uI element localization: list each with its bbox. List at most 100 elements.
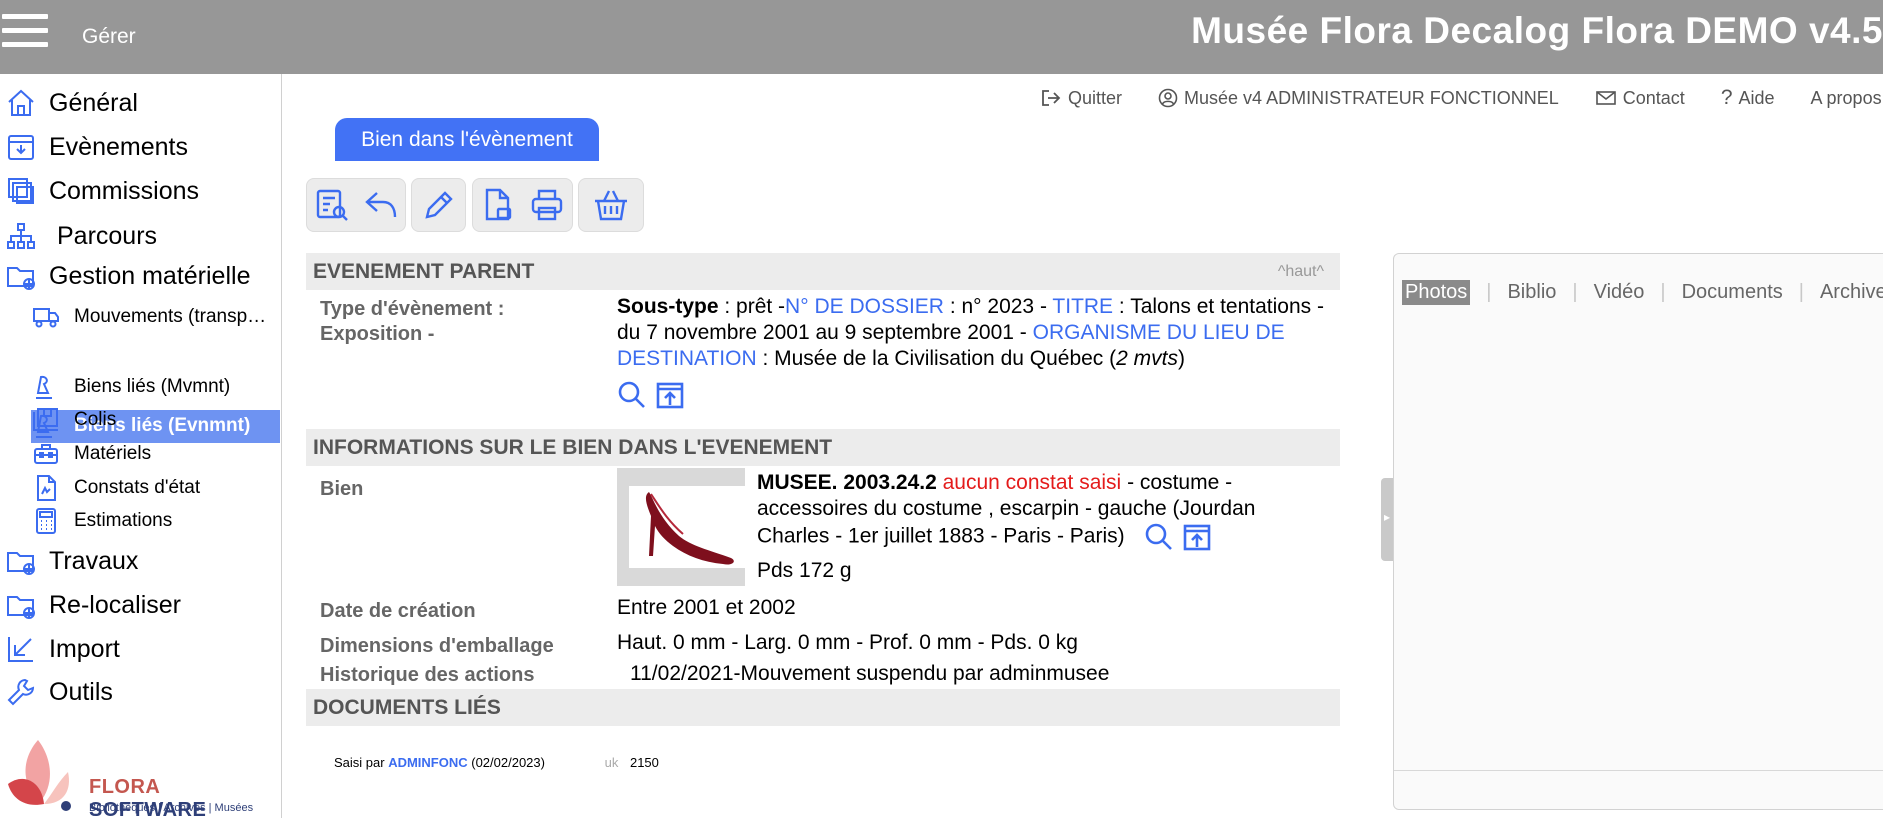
event-actions — [617, 380, 1337, 410]
toolbox-icon — [32, 440, 60, 468]
inventory-number: MUSEE. 2003.24.2 — [757, 471, 937, 494]
sidebar-subitem-linked-items-movement[interactable]: Biens liés (Mvmnt) — [0, 373, 230, 401]
dossier-label: N° DE DOSSIER — [785, 295, 944, 318]
item-details: MUSEE. 2003.24.2 aucun constat saisi - c… — [757, 470, 1277, 584]
event-details: Sous-type : prêt -N° DE DOSSIER : n° 202… — [617, 294, 1337, 410]
sidebar-item-label: Estimations — [74, 510, 173, 531]
help-link[interactable]: ? Aide — [1721, 86, 1775, 110]
creation-date-label: Date de création — [320, 600, 476, 622]
item-label: Bien — [320, 478, 364, 500]
event-open-button[interactable] — [655, 380, 685, 410]
media-panel: Photos | Biblio | Vidéo | Documents | Ar… — [1393, 253, 1883, 810]
item-weight: Pds 172 g — [757, 559, 852, 582]
sidebar: Général Evènements Commissions Parcours … — [0, 74, 282, 821]
toolbar-group-list — [306, 178, 406, 232]
sidebar-item-general[interactable]: Général — [0, 87, 138, 119]
inbox-icon — [5, 131, 37, 163]
sidebar-item-material-management[interactable]: Gestion matérielle — [0, 260, 250, 292]
tab-item-in-event[interactable]: Bien dans l'évènement — [335, 118, 599, 161]
object-icon — [32, 373, 60, 401]
list-search-button[interactable] — [310, 183, 354, 227]
action-history-value: 11/02/2021-Mouvement suspendu par adminm… — [630, 662, 1110, 685]
about-link[interactable]: A propos — [1811, 86, 1882, 110]
manage-menu-label[interactable]: Gérer — [82, 25, 136, 49]
edit-button[interactable] — [417, 183, 461, 227]
home-icon — [5, 87, 37, 119]
sidebar-item-commissions[interactable]: Commissions — [0, 175, 199, 207]
section-parent-event: EVENEMENT PARENT ^haut^ — [306, 253, 1340, 290]
section-title: DOCUMENTS LIÉS — [313, 696, 501, 719]
tab-separator: | — [1572, 281, 1578, 303]
hamburger-menu-icon[interactable] — [2, 14, 48, 50]
toolbar-group-basket — [578, 178, 644, 232]
wrench-icon — [5, 676, 37, 708]
top-bar: Gérer Musée Flora Decalog Flora DEMO v4.… — [0, 0, 1883, 74]
contact-label: Contact — [1622, 87, 1685, 108]
quit-link[interactable]: Quitter — [1040, 86, 1122, 110]
pencil-icon — [424, 191, 453, 219]
sidebar-item-relocate[interactable]: Re-localiser — [0, 589, 181, 621]
sidebar-item-label: Constats d'état — [74, 477, 201, 498]
tab-video[interactable]: Vidéo — [1594, 281, 1645, 304]
user-label: Musée v4 ADMINISTRATEUR FONCTIONNEL — [1184, 87, 1559, 108]
section-linked-documents: DOCUMENTS LIÉS — [306, 689, 1340, 726]
sidebar-item-parcours[interactable]: Parcours — [0, 220, 157, 252]
sidebar-item-label: Parcours — [57, 221, 158, 250]
sidebar-item-label: Mouvements (transp… — [74, 306, 267, 327]
contact-link[interactable]: Contact — [1595, 86, 1685, 110]
back-button[interactable] — [359, 183, 403, 227]
basket-button[interactable] — [589, 183, 633, 227]
creation-date-value: Entre 2001 et 2002 — [617, 596, 796, 619]
tab-documents[interactable]: Documents — [1682, 281, 1783, 304]
record-footer: Saisi par ADMINFONC (02/02/2023) uk 2150 — [334, 755, 659, 770]
sidebar-item-events[interactable]: Evènements — [0, 131, 188, 163]
event-search-button[interactable] — [617, 380, 647, 410]
tab-archives[interactable]: Archives — [1820, 281, 1883, 304]
sidebar-item-works[interactable]: Travaux — [0, 545, 138, 577]
event-type-label: Type d'évènement : — [320, 298, 505, 320]
user-link[interactable]: Musée v4 ADMINISTRATEUR FONCTIONNEL — [1158, 86, 1559, 110]
app-title: Musée Flora Decalog Flora DEMO v4.5 — [1191, 10, 1883, 51]
folder-globe-icon — [5, 545, 37, 577]
tab-photos[interactable]: Photos — [1402, 280, 1471, 305]
user-circle-icon — [1158, 88, 1178, 108]
magnifier-icon — [1146, 523, 1173, 550]
sidebar-item-label: Biens liés (Mvmnt) — [74, 376, 231, 397]
packing-dimensions-value: Haut. 0 mm - Larg. 0 mm - Prof. 0 mm - P… — [617, 631, 1078, 654]
uk-value: 2150 — [629, 755, 659, 770]
entered-by-label: Saisi par — [334, 755, 389, 770]
question-icon: ? — [1720, 86, 1733, 109]
sidebar-item-import[interactable]: Import — [0, 633, 120, 665]
import-arrow-icon — [5, 633, 37, 665]
section-title: EVENEMENT PARENT — [313, 260, 535, 283]
print-button[interactable] — [525, 183, 569, 227]
truck-icon — [32, 303, 60, 331]
item-thumbnail[interactable] — [617, 468, 745, 586]
folder-globe-icon — [5, 260, 37, 292]
back-to-top-link[interactable]: ^haut^ — [1278, 263, 1324, 281]
flora-flower-icon — [8, 740, 71, 811]
sidebar-subitem-condition-reports[interactable]: Constats d'état — [0, 474, 200, 502]
about-label: A propos — [1810, 87, 1882, 108]
tab-biblio[interactable]: Biblio — [1507, 281, 1556, 304]
entered-by-user[interactable]: ADMINFONC — [388, 755, 467, 770]
stack-icon — [5, 175, 37, 207]
sidebar-item-label: Travaux — [49, 546, 139, 575]
sidebar-subitem-estimates[interactable]: Estimations — [0, 507, 172, 535]
tab-separator: | — [1660, 281, 1666, 303]
sidebar-subitem-movements[interactable]: Mouvements (transp… — [0, 303, 266, 331]
item-search-button[interactable] — [1144, 522, 1174, 552]
sidebar-subitem-packages[interactable]: Colis — [0, 406, 116, 434]
entered-date: (02/02/2023) — [467, 755, 545, 770]
item-open-button[interactable] — [1182, 522, 1212, 552]
sidebar-item-tools[interactable]: Outils — [0, 676, 113, 708]
chevron-right-icon: ▸ — [1384, 510, 1391, 524]
section-title: INFORMATIONS SUR LE BIEN DANS L'EVENEMEN… — [313, 436, 833, 459]
sidebar-subitem-materials[interactable]: Matériels — [0, 440, 151, 468]
packing-dimensions-label: Dimensions d'emballage — [320, 635, 554, 657]
printer-icon — [532, 189, 563, 221]
document-export-icon — [485, 188, 511, 221]
export-document-button[interactable] — [476, 183, 520, 227]
basket-icon — [595, 190, 627, 221]
envelope-icon — [1595, 91, 1616, 105]
